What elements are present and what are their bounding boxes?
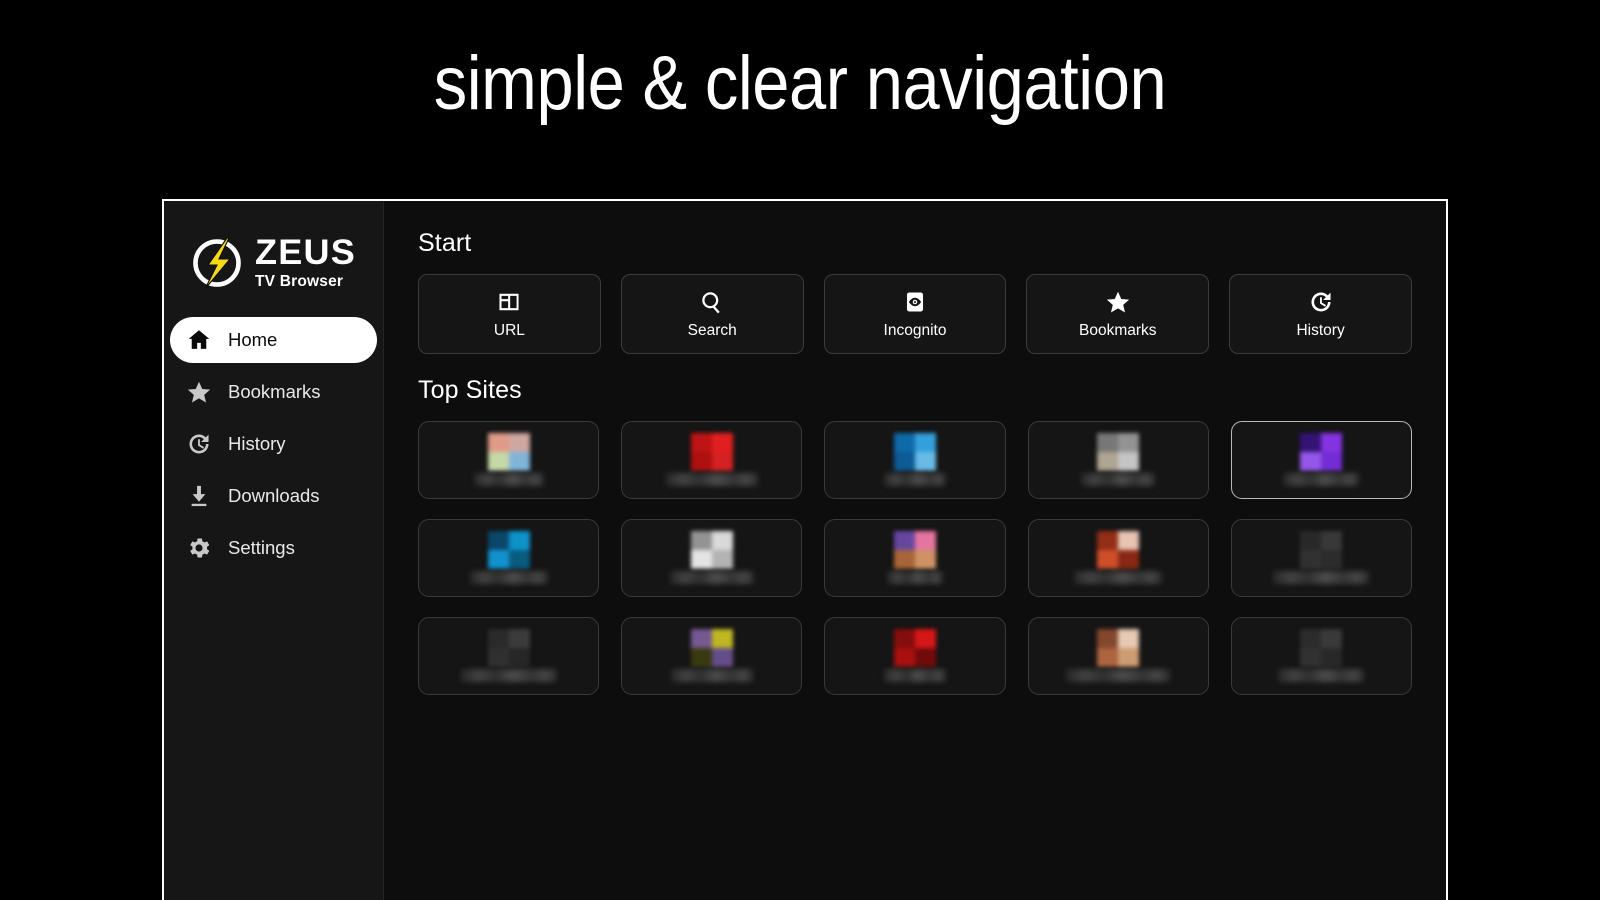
start-section-title: Start	[418, 229, 472, 257]
top-site-tile[interactable]	[621, 617, 803, 695]
site-favicon-icon	[1097, 531, 1140, 569]
top-site-tile[interactable]	[621, 421, 803, 499]
site-favicon-icon	[487, 531, 530, 569]
history-icon	[186, 431, 212, 457]
top-site-tile[interactable]	[1027, 421, 1209, 499]
download-icon	[186, 483, 212, 509]
site-favicon-icon	[690, 629, 733, 667]
top-site-tile[interactable]	[418, 617, 600, 695]
sidebar-item-settings[interactable]: Settings	[170, 525, 377, 571]
top-site-label	[1074, 571, 1163, 584]
site-favicon-icon	[893, 531, 936, 569]
brand-tagline: TV Browser	[255, 272, 344, 290]
start-card-label: Search	[687, 321, 737, 339]
app-window: ZEUS TV Browser Home Bookmarks History D…	[162, 199, 1448, 900]
top-site-label	[1081, 473, 1156, 486]
start-card-url[interactable]: URL	[418, 274, 601, 354]
top-site-tile[interactable]	[621, 519, 803, 597]
sidebar: ZEUS TV Browser Home Bookmarks History D…	[164, 201, 384, 900]
site-favicon-icon	[487, 433, 530, 471]
top-site-label	[460, 669, 557, 682]
start-actions: URL Search Incognito Bookmarks History	[418, 274, 1412, 354]
start-card-incognito[interactable]: Incognito	[823, 274, 1007, 354]
sidebar-item-label: Bookmarks	[228, 381, 321, 402]
start-card-search[interactable]: Search	[620, 274, 804, 354]
sidebar-item-label: Downloads	[228, 485, 320, 506]
top-site-tile[interactable]	[824, 421, 1006, 499]
site-favicon-icon	[487, 629, 530, 667]
top-site-label	[1066, 669, 1171, 682]
site-favicon-icon	[690, 531, 733, 569]
start-card-label: History	[1296, 321, 1345, 339]
top-site-label	[1278, 669, 1365, 682]
sidebar-item-label: Settings	[228, 537, 295, 558]
site-favicon-icon	[1097, 433, 1140, 471]
site-favicon-icon	[690, 433, 733, 471]
top-site-tile[interactable]	[418, 519, 600, 597]
top-site-label	[1283, 473, 1360, 486]
top-site-label	[883, 473, 946, 486]
brand-logo: ZEUS TV Browser	[164, 219, 383, 299]
top-sites-section-title: Top Sites	[418, 376, 522, 404]
start-card-history[interactable]: History	[1229, 274, 1412, 354]
top-site-tile[interactable]	[1230, 519, 1412, 597]
site-favicon-icon	[1300, 629, 1343, 667]
site-favicon-icon	[1300, 433, 1343, 471]
brand-name: ZEUS	[255, 232, 357, 272]
top-site-label	[665, 473, 758, 486]
sidebar-item-downloads[interactable]: Downloads	[170, 473, 377, 519]
zeus-lightning-logo-icon	[188, 234, 246, 292]
top-site-tile[interactable]	[1230, 421, 1412, 499]
site-favicon-icon	[1300, 531, 1343, 569]
search-icon	[699, 289, 725, 315]
top-site-tile[interactable]	[418, 421, 600, 499]
top-site-tile[interactable]	[1027, 617, 1209, 695]
sidebar-item-bookmarks[interactable]: Bookmarks	[170, 369, 377, 415]
sidebar-item-history[interactable]: History	[170, 421, 377, 467]
top-site-tile[interactable]	[1230, 617, 1412, 695]
sidebar-nav: Home Bookmarks History Downloads Setting…	[164, 317, 383, 571]
top-site-label	[473, 473, 544, 486]
top-site-tile[interactable]	[1027, 519, 1209, 597]
gear-icon	[186, 535, 212, 561]
screen-root: simple & clear navigation ZEUS TV Browse…	[0, 0, 1600, 900]
history-icon	[1308, 289, 1334, 315]
brand-wordmark: ZEUS TV Browser	[255, 232, 357, 292]
sidebar-item-label: Home	[228, 329, 278, 350]
home-icon	[186, 327, 212, 353]
start-card-bookmarks[interactable]: Bookmarks	[1026, 274, 1210, 354]
site-favicon-icon	[893, 629, 936, 667]
top-site-tile[interactable]	[824, 519, 1006, 597]
top-site-label	[669, 571, 754, 584]
web-layout-icon	[496, 289, 522, 315]
incognito-eye-icon	[902, 289, 928, 315]
start-card-label: Incognito	[883, 321, 947, 339]
sidebar-item-label: History	[228, 433, 286, 454]
star-icon	[186, 379, 212, 405]
top-site-label	[1273, 571, 1370, 584]
star-icon	[1105, 289, 1131, 315]
top-site-label	[883, 669, 946, 682]
start-card-label: Bookmarks	[1079, 321, 1157, 339]
top-site-label	[469, 571, 548, 584]
sidebar-item-home[interactable]: Home	[170, 317, 377, 363]
page-title: simple & clear navigation	[433, 41, 1167, 126]
site-favicon-icon	[893, 433, 936, 471]
top-site-tile[interactable]	[824, 617, 1006, 695]
main-content: Start URL Search Incognito Bookmarks His…	[384, 201, 1446, 900]
start-card-label: URL	[493, 321, 525, 339]
site-favicon-icon	[1097, 629, 1140, 667]
top-site-label	[670, 669, 753, 682]
top-sites-grid	[418, 421, 1412, 695]
top-site-label	[886, 571, 943, 584]
